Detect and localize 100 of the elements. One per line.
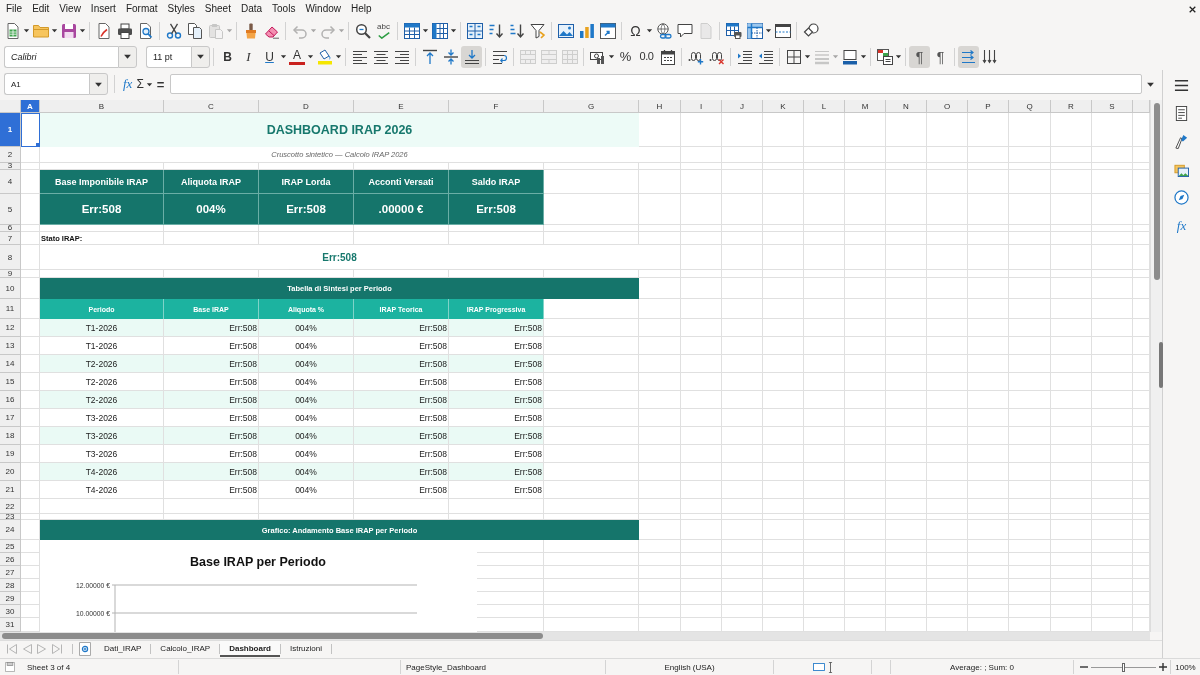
column-header[interactable]: E bbox=[354, 100, 449, 113]
row-header[interactable]: 16 bbox=[0, 391, 21, 409]
row-header[interactable]: 1 bbox=[0, 113, 21, 147]
row-header[interactable]: 19 bbox=[0, 445, 21, 463]
row-header[interactable]: 5 bbox=[0, 194, 21, 225]
page-plus-icon[interactable] bbox=[79, 642, 91, 656]
column-header[interactable]: S bbox=[1092, 100, 1133, 113]
menu-item[interactable]: Format bbox=[125, 2, 158, 16]
caret-icon[interactable] bbox=[280, 53, 287, 60]
sheet-tab[interactable]: Istruzioni bbox=[280, 641, 331, 657]
column-header[interactable]: H bbox=[639, 100, 681, 113]
column-header[interactable]: P bbox=[968, 100, 1009, 113]
name-box-field[interactable]: A1 bbox=[4, 73, 89, 95]
row-header[interactable]: 17 bbox=[0, 409, 21, 427]
caret-icon[interactable] bbox=[307, 53, 314, 60]
right-to-left-button[interactable]: ¶ bbox=[930, 45, 951, 68]
pictures-folder-icon[interactable] bbox=[1174, 162, 1189, 177]
font-size-field[interactable]: 11 pt bbox=[146, 45, 191, 68]
row-header[interactable]: 28 bbox=[0, 579, 21, 592]
column-header[interactable]: G bbox=[544, 100, 639, 113]
column-header[interactable]: A bbox=[21, 100, 40, 113]
row-header[interactable]: 10 bbox=[0, 278, 21, 299]
document-lines-icon[interactable] bbox=[1174, 106, 1189, 121]
font-size-dropdown-button[interactable] bbox=[191, 45, 210, 68]
menu-item[interactable]: View bbox=[59, 2, 81, 16]
minus-icon[interactable] bbox=[1080, 663, 1088, 671]
align-bottom-button[interactable] bbox=[461, 45, 482, 68]
sum-button[interactable]: Σ bbox=[134, 74, 146, 94]
caret-icon[interactable] bbox=[646, 27, 653, 34]
formula-input-field[interactable] bbox=[170, 74, 1143, 94]
row-header[interactable]: 20 bbox=[0, 463, 21, 481]
arrow-to-start-icon[interactable] bbox=[6, 643, 18, 655]
text-cursor-icon[interactable] bbox=[827, 661, 833, 673]
row-header[interactable]: 11 bbox=[0, 299, 21, 319]
text-left-to-right-button[interactable] bbox=[958, 45, 979, 68]
scrollbar-thumb[interactable] bbox=[2, 633, 543, 639]
sheet-tab[interactable]: Dati_IRAP bbox=[95, 641, 151, 657]
menu-item[interactable]: Edit bbox=[32, 2, 50, 16]
zoom-slider-thumb[interactable] bbox=[1121, 662, 1125, 672]
sheet-tab[interactable]: Dashboard bbox=[220, 641, 280, 657]
menu-item[interactable]: Sheet bbox=[204, 2, 231, 16]
row-header[interactable]: 14 bbox=[0, 355, 21, 373]
percent-format-button[interactable]: % bbox=[615, 45, 636, 68]
row-header[interactable]: 30 bbox=[0, 605, 21, 618]
column-header[interactable]: N bbox=[886, 100, 927, 113]
caret-icon[interactable] bbox=[804, 53, 811, 60]
scrollbar-thumb[interactable] bbox=[1154, 103, 1160, 280]
compass-icon[interactable] bbox=[1174, 190, 1189, 205]
column-header[interactable]: J bbox=[722, 100, 763, 113]
plus-icon[interactable] bbox=[1159, 663, 1167, 671]
row-header[interactable]: 12 bbox=[0, 319, 21, 337]
caret-icon[interactable] bbox=[422, 27, 429, 34]
menu-item[interactable]: Insert bbox=[90, 2, 116, 16]
row-header[interactable]: 2 bbox=[0, 147, 21, 163]
column-header[interactable]: M bbox=[845, 100, 886, 113]
caret-icon[interactable] bbox=[145, 80, 153, 88]
brush-icon[interactable] bbox=[1174, 134, 1189, 149]
menu-item[interactable]: Window bbox=[305, 2, 341, 16]
menu-item[interactable]: Help bbox=[351, 2, 372, 16]
caret-icon[interactable] bbox=[608, 53, 615, 60]
font-color-button[interactable]: A bbox=[289, 48, 305, 65]
functions-tab[interactable]: fx bbox=[1176, 218, 1187, 233]
column-header[interactable]: B bbox=[40, 100, 164, 113]
row-header[interactable]: 29 bbox=[0, 592, 21, 605]
caret-icon[interactable] bbox=[860, 53, 867, 60]
row-header[interactable]: 7 bbox=[0, 232, 21, 245]
caret-icon[interactable] bbox=[51, 27, 58, 34]
formula-button[interactable]: = bbox=[154, 74, 167, 94]
column-header[interactable]: D bbox=[259, 100, 354, 113]
column-header[interactable]: F bbox=[449, 100, 544, 113]
vertical-scrollbar[interactable] bbox=[1150, 100, 1162, 632]
font-name-dropdown-button[interactable] bbox=[118, 45, 137, 68]
menu-icon[interactable] bbox=[1174, 78, 1189, 93]
sheet-tab[interactable]: Calcolo_IRAP bbox=[151, 641, 220, 657]
caret-icon[interactable] bbox=[79, 27, 86, 34]
left-to-right-button[interactable]: ¶ bbox=[909, 45, 930, 68]
row-header[interactable]: 13 bbox=[0, 337, 21, 355]
menu-item[interactable]: Styles bbox=[167, 2, 195, 16]
rectangle-icon[interactable] bbox=[812, 663, 825, 671]
caret-icon[interactable] bbox=[895, 53, 902, 60]
caret-icon[interactable] bbox=[450, 27, 457, 34]
horizontal-scrollbar[interactable] bbox=[0, 632, 1150, 640]
zoom-percentage-text[interactable]: 100% bbox=[1175, 662, 1196, 672]
column-header[interactable]: I bbox=[681, 100, 722, 113]
function-wizard-button[interactable]: fx bbox=[121, 74, 135, 94]
menu-item[interactable]: Tools bbox=[272, 2, 296, 16]
special-character-button[interactable]: Ω bbox=[625, 19, 646, 42]
row-header[interactable]: 24 bbox=[0, 520, 21, 540]
column-header[interactable]: K bbox=[763, 100, 804, 113]
row-header[interactable]: 21 bbox=[0, 481, 21, 499]
underline-button[interactable]: U bbox=[259, 45, 280, 68]
font-name-field[interactable]: Calibri bbox=[4, 45, 118, 68]
sidebar-collapse-handle[interactable] bbox=[1159, 342, 1163, 388]
spelling-button[interactable]: abc bbox=[373, 19, 394, 42]
name-box-dropdown-button[interactable] bbox=[89, 73, 108, 95]
column-header[interactable]: L bbox=[804, 100, 845, 113]
row-header[interactable]: 31 bbox=[0, 618, 21, 632]
menu-item[interactable]: Data bbox=[240, 2, 263, 16]
number-format-button[interactable]: 0.0 bbox=[636, 45, 657, 68]
caret-icon[interactable] bbox=[23, 27, 30, 34]
